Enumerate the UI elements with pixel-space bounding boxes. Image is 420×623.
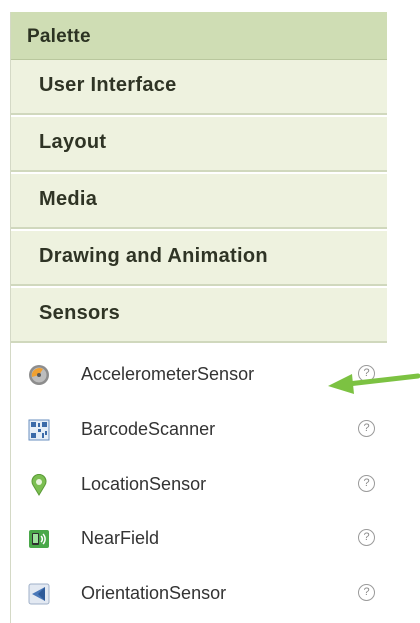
accelerometer-icon xyxy=(28,364,50,386)
category-media[interactable]: Media xyxy=(11,174,387,229)
nfc-icon xyxy=(28,528,50,550)
help-icon[interactable]: ? xyxy=(358,420,375,437)
category-label: Drawing and Animation xyxy=(39,245,268,267)
category-layout[interactable]: Layout xyxy=(11,117,387,172)
component-barcode-scanner[interactable]: BarcodeScanner ? xyxy=(11,403,387,456)
component-label: BarcodeScanner xyxy=(81,419,216,439)
component-label: NearField xyxy=(81,528,160,548)
palette-panel: Palette User Interface Layout Media Draw… xyxy=(10,12,387,623)
location-pin-icon xyxy=(28,473,50,496)
category-label: Media xyxy=(39,188,98,210)
category-label: User Interface xyxy=(39,74,177,96)
component-label: OrientationSensor xyxy=(81,583,227,603)
component-location-sensor[interactable]: LocationSensor ? xyxy=(11,458,387,511)
component-label: LocationSensor xyxy=(81,474,207,494)
component-label: AccelerometerSensor xyxy=(81,364,255,384)
category-label: Layout xyxy=(39,131,107,153)
help-icon[interactable]: ? xyxy=(358,529,375,546)
barcode-scanner-icon xyxy=(28,419,50,441)
category-user-interface[interactable]: User Interface xyxy=(11,60,387,115)
palette-title: Palette xyxy=(27,26,91,47)
palette-header: Palette xyxy=(11,12,387,60)
orientation-icon xyxy=(28,583,50,605)
help-icon[interactable]: ? xyxy=(358,584,375,601)
category-label: Sensors xyxy=(39,302,121,324)
annotation-arrow-icon xyxy=(328,373,420,394)
category-sensors[interactable]: Sensors xyxy=(11,288,387,343)
component-orientation-sensor[interactable]: OrientationSensor ? xyxy=(11,567,387,620)
help-icon[interactable]: ? xyxy=(358,475,375,492)
category-drawing-and-animation[interactable]: Drawing and Animation xyxy=(11,231,387,286)
component-near-field[interactable]: NearField ? xyxy=(11,512,387,565)
